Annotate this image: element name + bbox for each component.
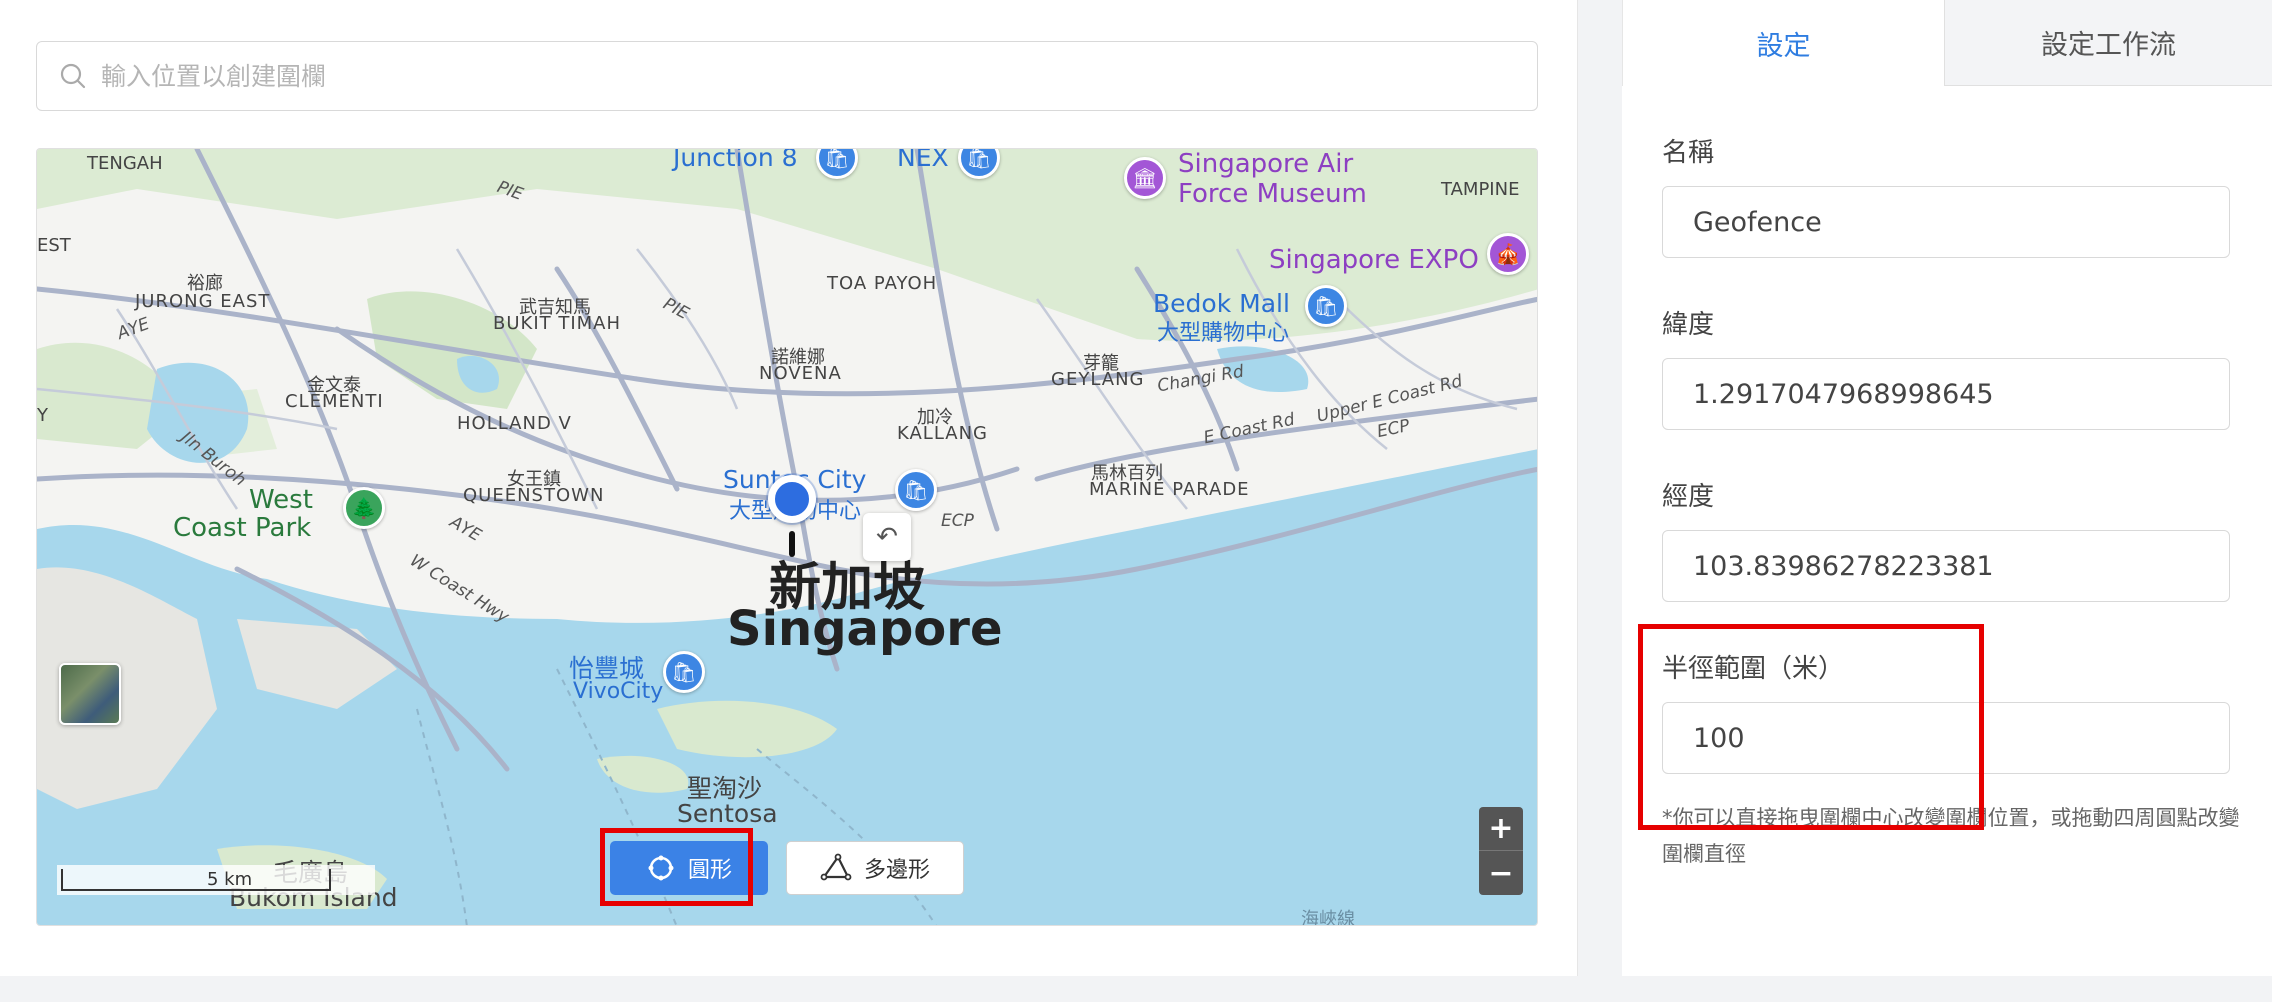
settings-panel: 設定 設定工作流 名稱 緯度 經度 半徑範圍（米） *你可以直接拖曳圍欄中心改變… — [1622, 0, 2272, 976]
scale-label: 5 km — [207, 869, 253, 890]
map-label: CLEMENTI — [285, 391, 384, 412]
polygon-shape-icon — [820, 853, 852, 881]
tab-workflow[interactable]: 設定工作流 — [1944, 0, 2272, 86]
circle-mode-label: 圓形 — [687, 858, 732, 883]
map-label: Bedok Mall — [1153, 289, 1290, 318]
map-label: Coast Park — [173, 513, 312, 543]
map-label: Y — [37, 405, 48, 426]
shopping-bag-icon[interactable]: 🛍 — [663, 651, 705, 693]
latitude-field[interactable] — [1662, 358, 2230, 430]
shopping-bag-icon[interactable]: 🛍 — [1305, 285, 1347, 327]
tab-settings[interactable]: 設定 — [1622, 0, 1944, 86]
park-icon[interactable]: 🌲 — [343, 487, 385, 529]
map-label: Singapore EXPO — [1269, 245, 1479, 275]
map-label: MARINE PARADE — [1089, 479, 1250, 500]
zoom-out-button[interactable]: − — [1479, 851, 1523, 895]
map-label: 大型購物中心 — [1157, 321, 1290, 346]
map-label: KALLANG — [897, 423, 988, 444]
map-label: BUKIT TIMAH — [493, 313, 622, 334]
name-label: 名稱 — [1662, 138, 1715, 168]
map-label: TAMPINE — [1441, 179, 1520, 200]
museum-icon[interactable]: 🏛 — [1124, 157, 1166, 199]
map-label: NOVENA — [759, 363, 842, 384]
scale-bar — [61, 869, 331, 891]
map-label: VivoCity — [573, 679, 664, 704]
geofence-edit-hint: *你可以直接拖曳圍欄中心改變圍欄位置，或拖動四周圓點改變圍欄直徑 — [1662, 806, 2240, 866]
name-field[interactable] — [1662, 186, 2230, 258]
location-search-input[interactable] — [101, 42, 1537, 110]
undo-icon[interactable]: ↶ — [863, 513, 911, 561]
circle-mode-button[interactable]: 圓形 — [610, 841, 768, 895]
map-label: HOLLAND V — [457, 413, 572, 434]
satellite-layer-toggle[interactable] — [59, 663, 121, 725]
location-search-box[interactable] — [36, 41, 1538, 111]
map-label: QUEENSTOWN — [463, 485, 605, 506]
polygon-mode-label: 多邊形 — [863, 858, 930, 883]
map-label: West — [249, 485, 313, 515]
map-label: TOA PAYOH — [827, 273, 938, 294]
map-label: Sentosa — [677, 799, 778, 828]
map-scale: 5 km — [57, 865, 375, 895]
circle-shape-icon — [648, 855, 674, 881]
longitude-field[interactable] — [1662, 530, 2230, 602]
expo-icon[interactable]: 🎪 — [1487, 233, 1529, 275]
radius-field[interactable] — [1662, 702, 2230, 774]
shopping-bag-icon[interactable]: 🛍 — [895, 469, 937, 511]
map-label: Junction 8 — [673, 148, 798, 172]
polygon-mode-button[interactable]: 多邊形 — [786, 841, 964, 895]
zoom-in-button[interactable]: + — [1479, 807, 1523, 851]
zoom-controls: + − — [1479, 807, 1523, 895]
geofence-radius-handle[interactable] — [789, 531, 795, 557]
map-label: ECP — [941, 511, 974, 531]
search-icon — [60, 63, 86, 89]
map-label: JURONG EAST — [135, 291, 271, 312]
map-label: Singapore Air — [1178, 149, 1354, 179]
map-label: EST — [37, 235, 71, 256]
longitude-label: 經度 — [1662, 482, 1715, 512]
map-view[interactable]: TENGAH EST Y Junction 8 🛍 NEX 🛍 🏛 Singap… — [36, 148, 1538, 926]
map-label: GEYLANG — [1051, 369, 1145, 390]
map-panel: TENGAH EST Y Junction 8 🛍 NEX 🛍 🏛 Singap… — [0, 0, 1578, 976]
map-label: Force Museum — [1178, 179, 1367, 209]
tab-bar: 設定 設定工作流 — [1622, 0, 2272, 86]
map-label: Singapore — [727, 601, 1003, 657]
map-label: TENGAH — [87, 153, 163, 174]
latitude-label: 緯度 — [1662, 310, 1715, 340]
radius-label: 半徑範圍（米） — [1662, 654, 1845, 684]
map-label: 海峽線 — [1301, 909, 1355, 926]
geofence-center-marker[interactable] — [768, 475, 816, 523]
map-label: NEX — [897, 148, 949, 172]
